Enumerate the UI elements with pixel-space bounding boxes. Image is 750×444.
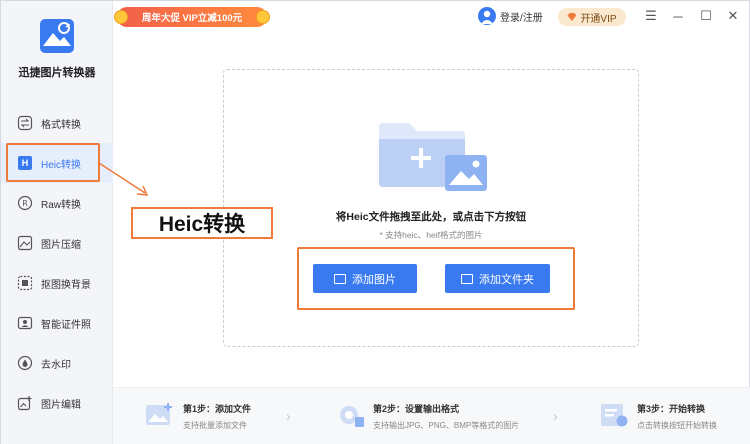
- avatar-icon: [478, 7, 496, 25]
- sidebar: 迅捷图片转换器 格式转换 H Heic转换 R Raw转换 图片压缩 抠图换背景…: [1, 1, 113, 444]
- promo-text: 周年大促 VIP立减100元: [141, 13, 243, 24]
- step-2: 第2步：设置输出格式 支持输出JPG、PNG、BMP等格式的图片: [335, 402, 519, 431]
- convert-start-icon: [601, 404, 628, 427]
- chevron-right-icon: ›: [553, 408, 558, 424]
- settings-gear-icon: [340, 406, 364, 427]
- step-desc: 支持输出JPG、PNG、BMP等格式的图片: [373, 421, 520, 430]
- app-window: 迅捷图片转换器 格式转换 H Heic转换 R Raw转换 图片压缩 抠图换背景…: [0, 0, 750, 444]
- cutout-icon: [17, 275, 33, 291]
- step-desc: 支持批量添加文件: [183, 421, 247, 430]
- sidebar-item-cutout-background[interactable]: 抠图换背景: [1, 263, 113, 303]
- sidebar-item-label: 抠图换背景: [41, 279, 91, 291]
- sidebar-highlight-box: [6, 143, 100, 182]
- raw-icon: R: [17, 195, 33, 211]
- step-3: 第3步：开始转换 点击转换按钮开始转换: [599, 402, 717, 431]
- app-logo-icon: [40, 19, 74, 53]
- watermark-icon: [17, 355, 33, 371]
- svg-text:R: R: [22, 199, 28, 208]
- drop-zone-title: 将Heic文件拖拽至此处，或点击下方按钮: [335, 211, 527, 223]
- sidebar-item-label: 去水印: [41, 359, 71, 371]
- step-title: 第1步：添加文件: [183, 404, 252, 414]
- sidebar-item-label: 格式转换: [41, 119, 81, 131]
- sidebar-item-id-photo[interactable]: 智能证件照: [1, 303, 113, 343]
- diamond-icon: [567, 13, 577, 21]
- vip-label: 开通VIP: [580, 13, 617, 25]
- maximize-icon[interactable]: ☐: [696, 6, 716, 26]
- vip-button[interactable]: 开通VIP: [558, 8, 626, 26]
- sidebar-item-format-convert[interactable]: 格式转换: [1, 103, 113, 143]
- id-photo-icon: [17, 315, 33, 331]
- drop-zone-hint: * 支持heic、heif格式的图片: [379, 230, 483, 240]
- app-name: 迅捷图片转换器: [18, 67, 96, 79]
- convert-icon: [17, 115, 33, 131]
- coin-icon: [114, 10, 128, 24]
- minimize-icon[interactable]: ─: [668, 6, 688, 26]
- close-icon[interactable]: ✕: [723, 6, 743, 26]
- promo-banner[interactable]: 周年大促 VIP立减100元: [114, 7, 270, 27]
- sidebar-item-remove-watermark[interactable]: 去水印: [1, 343, 113, 383]
- buttons-highlight-box: [297, 247, 575, 310]
- folder-image-icon: [379, 123, 487, 191]
- steps-bar: 第1步：添加文件 支持批量添加文件 › 第2步：设置输出格式 支持输出JPG、P…: [113, 387, 750, 444]
- sidebar-item-label: 智能证件照: [41, 319, 91, 331]
- annotation-arrow: [98, 162, 149, 196]
- annotation-label: Heic转换: [131, 207, 273, 239]
- login-button[interactable]: 登录/注册: [478, 7, 543, 25]
- login-label: 登录/注册: [500, 12, 543, 24]
- step-1: 第1步：添加文件 支持批量添加文件: [145, 402, 251, 431]
- compress-icon: [17, 235, 33, 251]
- chevron-right-icon: ›: [286, 408, 291, 424]
- sidebar-item-image-edit[interactable]: 图片编辑: [1, 383, 113, 423]
- edit-icon: [17, 395, 33, 411]
- step-title: 第3步：开始转换: [637, 404, 706, 414]
- menu-icon[interactable]: ☰: [641, 6, 661, 26]
- sidebar-item-image-compress[interactable]: 图片压缩: [1, 223, 113, 263]
- step-title: 第2步：设置输出格式: [373, 404, 460, 414]
- coin-icon: [256, 10, 270, 24]
- sidebar-item-label: 图片压缩: [41, 239, 81, 251]
- sidebar-item-label: Raw转换: [41, 199, 82, 211]
- add-file-icon: [146, 403, 172, 425]
- sidebar-item-label: 图片编辑: [41, 399, 81, 411]
- step-desc: 点击转换按钮开始转换: [637, 421, 717, 430]
